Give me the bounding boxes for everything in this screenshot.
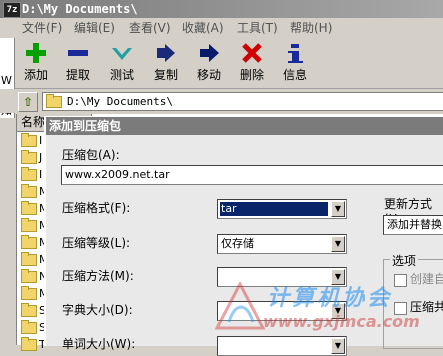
menu-edit[interactable]: 编辑(E) (74, 18, 115, 38)
chevron-down-icon[interactable]: ▼ (331, 201, 345, 217)
archive-name-input[interactable]: www.x2009.net.tar (61, 165, 443, 185)
folder-icon (21, 201, 37, 215)
watermark-title: 计算机协会 (267, 286, 393, 311)
folder-icon (21, 303, 37, 317)
folder-icon (21, 252, 37, 266)
watermark-url: www.gxjmca.com (263, 312, 420, 331)
watermark-logo-icon (215, 282, 265, 330)
dialog-title: 添加到压缩包 (46, 117, 443, 135)
folder-icon (21, 337, 37, 351)
address-bar: ⇧ D:\My Documents\ (0, 89, 443, 113)
options-title: 选项 (390, 252, 419, 269)
menu-tools[interactable]: 工具(T) (237, 18, 278, 38)
folder-icon (21, 184, 37, 198)
update-mode-select[interactable]: 添加并替换 (383, 215, 443, 235)
level-value: 仅存储 (221, 237, 254, 250)
move-button[interactable]: 移动 (189, 42, 229, 86)
menu-favorites[interactable]: 收藏(A) (182, 18, 224, 38)
extract-button[interactable]: 提取 (58, 42, 98, 86)
info-button[interactable]: 信息 (275, 42, 315, 86)
window-title-bar: 7z D:\My Documents\ (0, 0, 443, 18)
left-fragment-text-1: W (1, 74, 12, 87)
folder-icon (21, 235, 37, 249)
move-label: 移动 (196, 68, 221, 82)
folder-icon (21, 269, 37, 283)
menu-bar: 文件(F) 编辑(E) 查看(V) 收藏(A) 工具(T) 帮助(H) (0, 18, 443, 38)
method-label: 压缩方法(M): (62, 269, 134, 283)
folder-icon (21, 167, 37, 181)
folder-icon (21, 218, 37, 232)
test-label: 测试 (109, 68, 134, 82)
toolbar: 添加 提取 测试 复制 移动 删除 信息 (0, 38, 443, 89)
folder-icon (21, 133, 37, 147)
extract-label: 提取 (65, 68, 90, 82)
menu-help[interactable]: 帮助(H) (290, 18, 332, 38)
level-label: 压缩等级(L): (62, 236, 131, 250)
copy-button[interactable]: 复制 (146, 42, 186, 86)
test-icon (112, 48, 132, 60)
dict-label: 字典大小(D): (62, 303, 133, 317)
copy-icon (157, 44, 175, 62)
address-path: D:\My Documents\ (67, 95, 173, 108)
format-select[interactable]: tar ▼ (217, 199, 347, 219)
info-icon (288, 44, 303, 63)
add-label: 添加 (23, 68, 48, 82)
up-folder-button[interactable]: ⇧ (18, 92, 38, 112)
archive-label: 压缩包(A): (62, 148, 120, 162)
delete-button[interactable]: 删除 (232, 42, 272, 86)
add-button[interactable]: 添加 (16, 42, 56, 86)
folder-icon (21, 286, 37, 300)
folder-icon (21, 320, 37, 334)
info-label: 信息 (282, 68, 307, 82)
delete-icon (242, 43, 262, 63)
folder-icon (21, 150, 37, 164)
up-arrow-icon: ⇧ (22, 95, 34, 109)
window-title: D:\My Documents\ (22, 2, 138, 16)
delete-label: 删除 (239, 68, 264, 82)
move-icon (200, 44, 219, 62)
test-button[interactable]: 测试 (102, 42, 142, 86)
level-select[interactable]: 仅存储 ▼ (217, 234, 347, 254)
folder-icon (46, 94, 62, 108)
update-mode-value: 添加并替换 (387, 218, 442, 231)
menu-file[interactable]: 文件(F) (22, 18, 62, 38)
app-icon: 7z (3, 2, 21, 18)
format-value: tar (220, 202, 328, 216)
address-input[interactable]: D:\My Documents\ (42, 92, 443, 111)
copy-label: 复制 (153, 68, 178, 82)
format-label: 压缩格式(F): (62, 201, 131, 215)
extract-icon (68, 50, 88, 56)
menu-view[interactable]: 查看(V) (129, 18, 171, 38)
chevron-down-icon[interactable]: ▼ (331, 236, 345, 252)
add-icon (26, 43, 46, 63)
watermark: 计算机协会 www.gxjmca.com (215, 278, 443, 345)
